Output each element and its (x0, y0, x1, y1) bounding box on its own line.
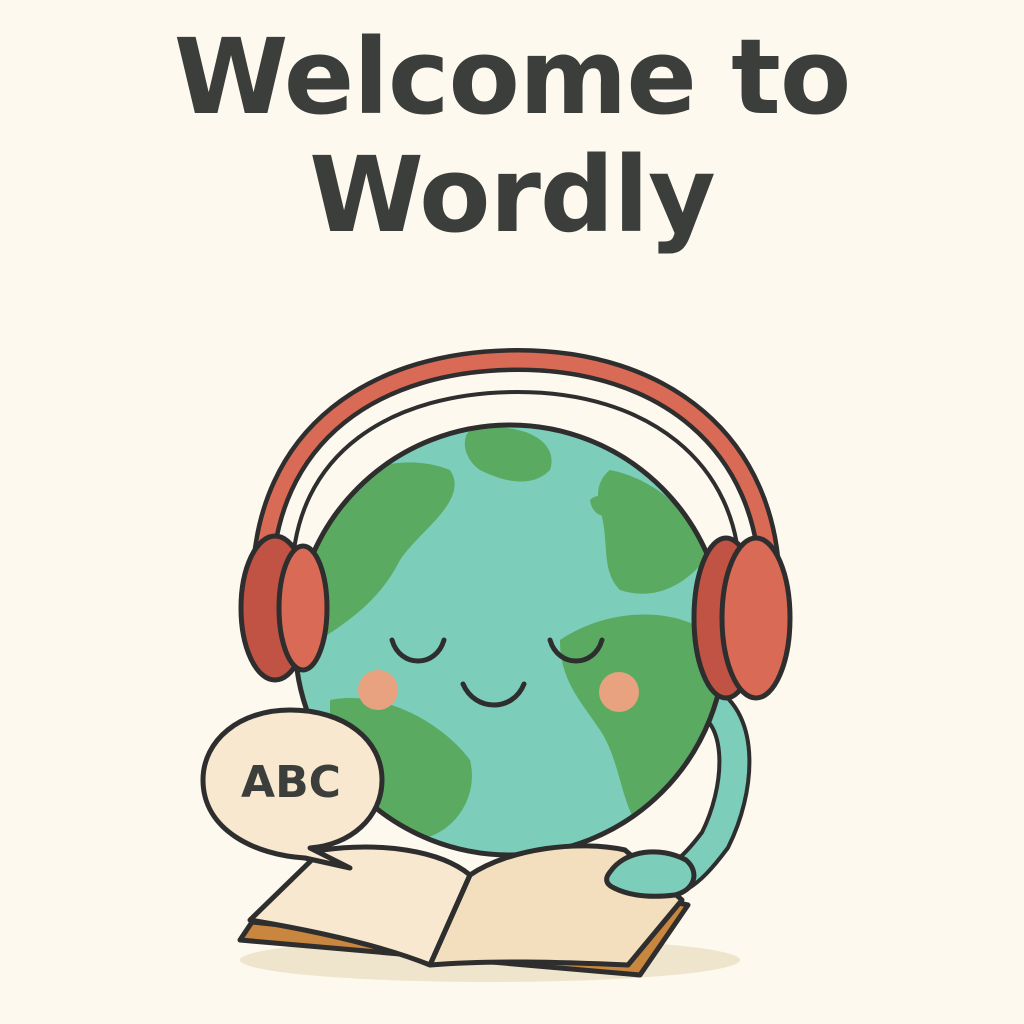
left-cheek (358, 670, 398, 710)
left-ear-cup (238, 533, 330, 683)
mascot-illustration: ABC (200, 347, 793, 982)
right-ear-cup (691, 535, 793, 701)
right-cheek (599, 672, 639, 712)
speech-bubble-icon: ABC (200, 707, 385, 871)
welcome-screen: Welcome to Wordly ABC (0, 0, 1024, 1024)
speech-bubble-text: ABC (241, 757, 341, 808)
